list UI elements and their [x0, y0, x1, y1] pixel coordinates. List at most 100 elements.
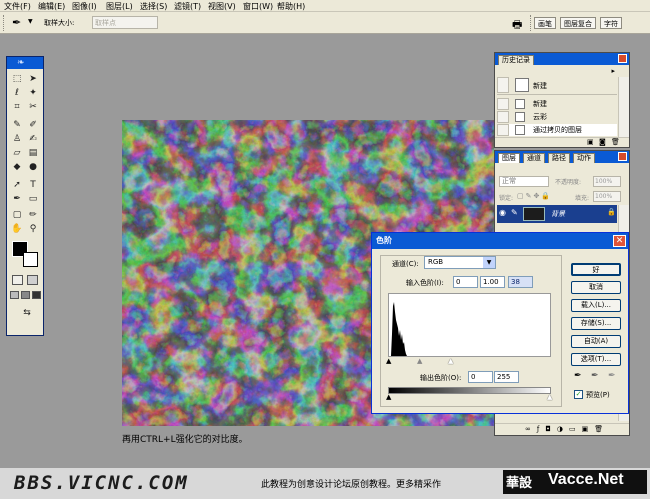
- well-tab-brushes[interactable]: 画笔: [534, 17, 556, 29]
- history-state-checkbox[interactable]: [497, 124, 509, 136]
- dodge-tool-icon[interactable]: ●: [27, 161, 39, 173]
- channel-select[interactable]: RGB ▼: [424, 256, 496, 269]
- blend-mode-select[interactable]: 正常: [499, 176, 549, 187]
- lasso-tool-icon[interactable]: ℓ: [11, 87, 23, 99]
- eye-icon[interactable]: ◉: [499, 208, 506, 217]
- lock-icons[interactable]: ▢✎✥🔒: [517, 192, 552, 200]
- path-select-icon[interactable]: ➚: [11, 179, 23, 191]
- output-black-field[interactable]: 0: [468, 371, 493, 383]
- clone-stamp-icon[interactable]: ♙: [11, 133, 23, 145]
- close-icon[interactable]: ✕: [613, 235, 626, 247]
- tab-paths[interactable]: 路径: [548, 153, 570, 163]
- menu-view[interactable]: 视图(V): [208, 1, 236, 12]
- output-white-field[interactable]: 255: [494, 371, 519, 383]
- history-panel-header[interactable]: 历史记录: [495, 53, 629, 65]
- save-button[interactable]: 存储(S)...: [571, 317, 621, 330]
- mask-icon[interactable]: ◘: [545, 425, 557, 433]
- quick-mask-icon[interactable]: [27, 275, 38, 285]
- opacity-field[interactable]: 100%: [593, 176, 621, 187]
- menu-filter[interactable]: 滤镜(T): [174, 1, 201, 12]
- cancel-button[interactable]: 取消: [571, 281, 621, 294]
- levels-titlebar[interactable]: 色阶: [372, 233, 628, 249]
- history-brush-icon[interactable]: ✍: [27, 133, 39, 145]
- gray-eyedropper-icon[interactable]: ✒: [591, 371, 599, 381]
- link-icon[interactable]: ∞: [525, 425, 537, 433]
- history-scrollbar[interactable]: [618, 77, 629, 137]
- history-item[interactable]: 云彩: [497, 111, 617, 123]
- adjustment-icon[interactable]: ◑: [557, 425, 569, 433]
- tab-actions[interactable]: 动作: [573, 153, 595, 163]
- menu-file[interactable]: 文件(F): [4, 1, 31, 12]
- history-snapshot-row[interactable]: 新建: [497, 77, 617, 95]
- new-document-icon[interactable]: ▣: [587, 138, 594, 146]
- well-tab-character[interactable]: 字符: [600, 17, 622, 29]
- trash-icon[interactable]: 🗑: [594, 425, 609, 433]
- panel-menu-icon[interactable]: ▸: [611, 67, 615, 75]
- history-item[interactable]: 新建: [497, 98, 617, 110]
- white-eyedropper-icon[interactable]: ✒: [608, 371, 616, 381]
- new-layer-icon[interactable]: ▣: [582, 425, 595, 433]
- options-grip[interactable]: [3, 15, 6, 31]
- input-white-slider[interactable]: ▲: [448, 357, 453, 365]
- eraser-tool-icon[interactable]: ▱: [11, 147, 23, 159]
- move-tool-icon[interactable]: ➤: [27, 73, 39, 85]
- load-button[interactable]: 载入(L)...: [571, 299, 621, 312]
- auto-button[interactable]: 自动(A): [571, 335, 621, 348]
- black-eyedropper-icon[interactable]: ✒: [574, 371, 582, 381]
- screen-mode-full-icon[interactable]: [32, 291, 41, 299]
- close-icon[interactable]: [618, 54, 627, 63]
- sample-size-select[interactable]: 取样点: [92, 16, 158, 29]
- chevron-down-icon[interactable]: ▼: [483, 257, 495, 268]
- blur-tool-icon[interactable]: ◆: [11, 161, 23, 173]
- magic-wand-icon[interactable]: ✦: [27, 87, 39, 99]
- chevron-down-icon[interactable]: ▼: [28, 18, 33, 25]
- jump-to-imageready-icon[interactable]: ⇆: [19, 307, 35, 319]
- trash-icon[interactable]: 🗑: [611, 138, 620, 146]
- ok-button[interactable]: 好: [571, 263, 621, 276]
- standard-mode-icon[interactable]: [12, 275, 23, 285]
- output-white-slider[interactable]: ▲: [547, 393, 552, 401]
- pen-tool-icon[interactable]: ✒: [11, 193, 23, 205]
- menu-select[interactable]: 选择(S): [140, 1, 167, 12]
- brush-source-icon[interactable]: [497, 77, 509, 93]
- menu-layer[interactable]: 图层(L): [106, 1, 133, 12]
- layers-panel-header[interactable]: 图层 通道 路径 动作: [495, 151, 629, 163]
- marquee-tool-icon[interactable]: ⬚: [11, 73, 23, 85]
- folder-icon[interactable]: ▭: [569, 425, 582, 433]
- output-black-slider[interactable]: ▲: [386, 393, 391, 401]
- snapshot-icon[interactable]: ◙: [599, 138, 606, 146]
- input-white-field[interactable]: 38: [508, 276, 533, 288]
- tab-history[interactable]: 历史记录: [498, 55, 534, 65]
- well-tab-layer-comps[interactable]: 图层复合: [560, 17, 596, 29]
- slice-tool-icon[interactable]: ✂: [27, 101, 39, 113]
- brush-link-icon[interactable]: ✎: [511, 208, 518, 217]
- input-gamma-slider[interactable]: ▲: [417, 357, 422, 365]
- toolbox-titlebar[interactable]: ❧: [7, 57, 43, 69]
- crop-tool-icon[interactable]: ⌗: [11, 101, 23, 113]
- tab-layers[interactable]: 图层: [498, 153, 520, 163]
- input-gamma-field[interactable]: 1.00: [480, 276, 505, 288]
- zoom-tool-icon[interactable]: ⚲: [27, 223, 39, 235]
- gradient-tool-icon[interactable]: ▤: [27, 147, 39, 159]
- shape-tool-icon[interactable]: ▭: [27, 193, 39, 205]
- notes-tool-icon[interactable]: ▢: [11, 209, 23, 221]
- history-item-active[interactable]: 通过拷贝的图层: [497, 124, 617, 136]
- layer-row-background[interactable]: ◉ ✎ 背景 🔒: [497, 205, 617, 223]
- type-tool-icon[interactable]: T: [27, 179, 39, 191]
- brush-tool-icon[interactable]: ✐: [27, 119, 39, 131]
- menu-edit[interactable]: 编辑(E): [38, 1, 65, 12]
- menu-help[interactable]: 帮助(H): [277, 1, 305, 12]
- screen-mode-menu-icon[interactable]: [21, 291, 30, 299]
- preview-checkbox[interactable]: ✓: [574, 390, 583, 399]
- healing-brush-icon[interactable]: ✎: [11, 119, 23, 131]
- eyedropper-icon[interactable]: ✒: [12, 16, 21, 29]
- history-state-checkbox[interactable]: [497, 111, 509, 123]
- options-button[interactable]: 选项(T)...: [571, 353, 621, 366]
- eyedropper-tool-icon[interactable]: ✏: [27, 209, 39, 221]
- menu-window[interactable]: 窗口(W): [243, 1, 273, 12]
- file-browser-icon[interactable]: 🖶: [512, 16, 522, 35]
- fill-field[interactable]: 100%: [593, 191, 621, 202]
- menu-image[interactable]: 图像(I): [72, 1, 97, 12]
- input-black-slider[interactable]: ▲: [386, 357, 391, 365]
- close-icon[interactable]: [618, 152, 627, 161]
